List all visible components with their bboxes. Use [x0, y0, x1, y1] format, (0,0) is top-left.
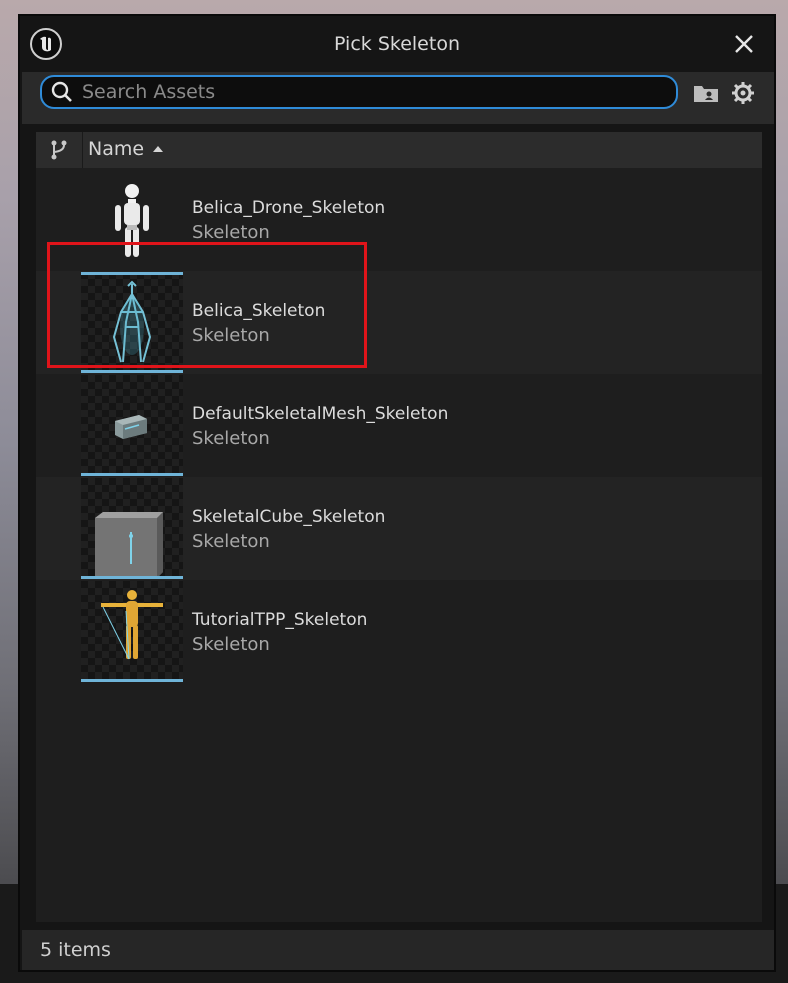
asset-row[interactable]: DefaultSkeletalMesh_Skeleton Skeleton — [36, 374, 762, 477]
list-header: Name — [36, 132, 762, 168]
title-bar: Pick Skeleton — [20, 16, 774, 72]
folder-icon — [694, 86, 718, 102]
hierarchy-column-button[interactable] — [36, 132, 83, 168]
cube-icon — [95, 512, 163, 578]
name-column-label: Name — [88, 138, 145, 160]
asset-row[interactable]: Belica_Drone_Skeleton Skeleton — [36, 168, 762, 271]
asset-list: Name Belica_Drone_Skeleton Skeleton Beli… — [36, 132, 762, 922]
thumbnail-accent-bar — [81, 370, 183, 373]
asset-name: Belica_Skeleton — [192, 301, 326, 321]
settings-button[interactable] — [730, 80, 756, 106]
name-column-header[interactable]: Name — [88, 138, 164, 160]
asset-type: Skeleton — [192, 531, 270, 552]
asset-thumbnail — [81, 272, 183, 373]
search-icon — [51, 81, 72, 102]
asset-name: TutorialTPP_Skeleton — [192, 610, 368, 630]
thumbnail-accent-bar — [81, 473, 183, 476]
asset-type: Skeleton — [192, 222, 270, 243]
asset-row[interactable]: TutorialTPP_Skeleton Skeleton — [36, 580, 762, 683]
search-input[interactable] — [80, 80, 676, 104]
gear-icon — [732, 82, 754, 104]
sort-ascending-icon — [153, 146, 164, 152]
asset-name: SkeletalCube_Skeleton — [192, 507, 386, 527]
skeleton-figure-icon — [112, 280, 152, 363]
asset-type: Skeleton — [192, 634, 270, 655]
toolbar — [22, 72, 774, 124]
item-count: 5 items — [40, 939, 111, 961]
dialog-title: Pick Skeleton — [334, 33, 460, 55]
asset-row[interactable]: SkeletalCube_Skeleton Skeleton — [36, 477, 762, 580]
status-bar: 5 items — [22, 930, 774, 970]
asset-thumbnail — [81, 375, 183, 476]
asset-name: Belica_Drone_Skeleton — [192, 198, 386, 218]
search-box[interactable] — [40, 75, 678, 109]
folder-button[interactable] — [693, 82, 719, 104]
close-icon — [735, 35, 753, 53]
asset-thumbnail — [81, 581, 183, 682]
thumbnail-accent-bar — [81, 576, 183, 579]
skeleton-figure-icon — [115, 184, 149, 257]
asset-thumbnail — [81, 169, 183, 270]
asset-row[interactable]: Belica_Skeleton Skeleton — [36, 271, 762, 374]
close-button[interactable] — [732, 32, 756, 56]
branch-icon — [51, 140, 67, 160]
pick-skeleton-dialog: Pick Skeleton Search Assets Name Belica_… — [18, 14, 776, 972]
mesh-box-icon — [115, 415, 147, 439]
asset-name: DefaultSkeletalMesh_Skeleton — [192, 404, 449, 424]
unreal-engine-logo-icon — [30, 28, 62, 60]
asset-thumbnail — [81, 478, 183, 579]
asset-type: Skeleton — [192, 428, 270, 449]
asset-type: Skeleton — [192, 325, 270, 346]
mannequin-figure-icon — [101, 590, 163, 660]
thumbnail-accent-bar — [81, 679, 183, 682]
